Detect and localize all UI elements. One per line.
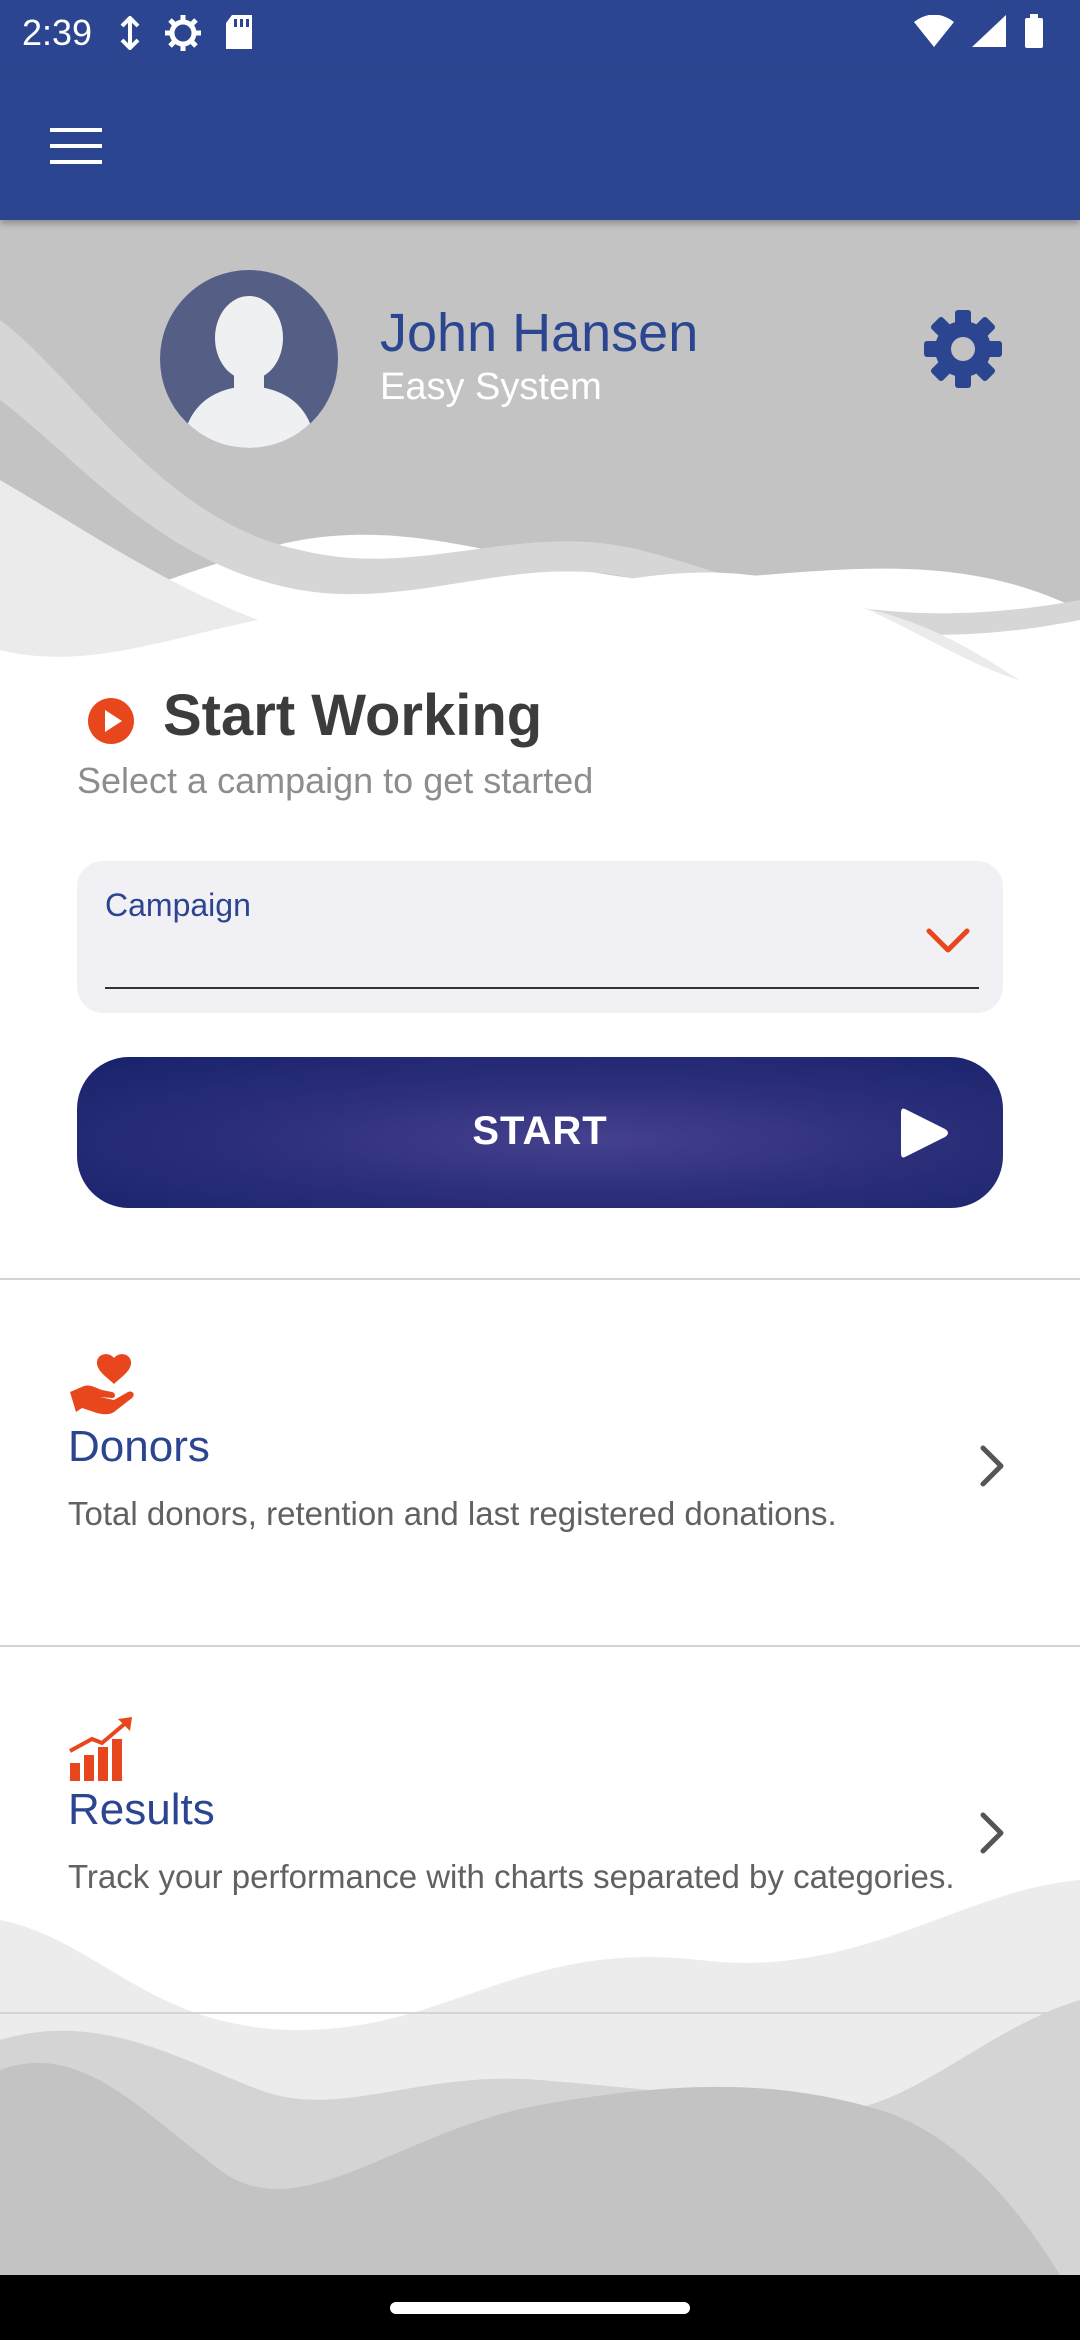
card-description: Track your performance with charts separ…: [68, 1858, 955, 1895]
status-system-icons: [914, 14, 1044, 48]
results-card[interactable]: Results Track your performance with char…: [0, 1647, 1080, 2013]
heart-hand-icon: [70, 1354, 134, 1415]
user-organization: Easy System: [380, 366, 602, 408]
campaign-label: Campaign: [105, 887, 251, 923]
card-title: Donors: [68, 1422, 210, 1471]
battery-icon: [1025, 14, 1043, 48]
chevron-down-icon: [926, 928, 970, 953]
status-time: 2:39: [22, 12, 93, 53]
data-saver-icon: [120, 16, 140, 50]
settings-notification-icon: [165, 15, 201, 51]
donors-card[interactable]: Donors Total donors, retention and last …: [0, 1280, 1080, 1646]
divider: [0, 2012, 1080, 2014]
hamburger-menu-icon: [50, 128, 102, 164]
card-title: Results: [68, 1785, 215, 1834]
start-button-label: START: [472, 1109, 608, 1153]
user-silhouette-icon: [182, 296, 316, 448]
section-title: Start Working: [163, 683, 543, 748]
user-name: John Hansen: [380, 303, 699, 363]
status-bar: 2:39: [0, 0, 1080, 66]
play-icon: [901, 1108, 948, 1158]
chevron-right-icon: [980, 1812, 1004, 1854]
status-notification-icons: [118, 14, 254, 52]
wifi-icon: [914, 15, 954, 47]
play-circle-icon: [88, 698, 134, 744]
profile-header-background: [0, 220, 1080, 740]
app-bar: [0, 66, 1080, 220]
gear-icon: [924, 310, 1002, 388]
campaign-underline: [105, 987, 979, 989]
growth-chart-icon: [69, 1717, 132, 1781]
avatar: [160, 270, 338, 448]
menu-button[interactable]: [40, 116, 114, 176]
chevron-right-icon: [980, 1445, 1004, 1487]
campaign-dropdown[interactable]: Campaign: [77, 861, 1003, 1013]
sd-card-icon: [226, 15, 252, 49]
section-subtitle: Select a campaign to get started: [77, 760, 594, 801]
home-indicator[interactable]: [390, 2302, 690, 2314]
settings-button[interactable]: [918, 304, 1008, 394]
signal-icon: [972, 15, 1006, 47]
start-button[interactable]: START: [77, 1057, 1003, 1208]
card-description: Total donors, retention and last registe…: [68, 1495, 837, 1532]
